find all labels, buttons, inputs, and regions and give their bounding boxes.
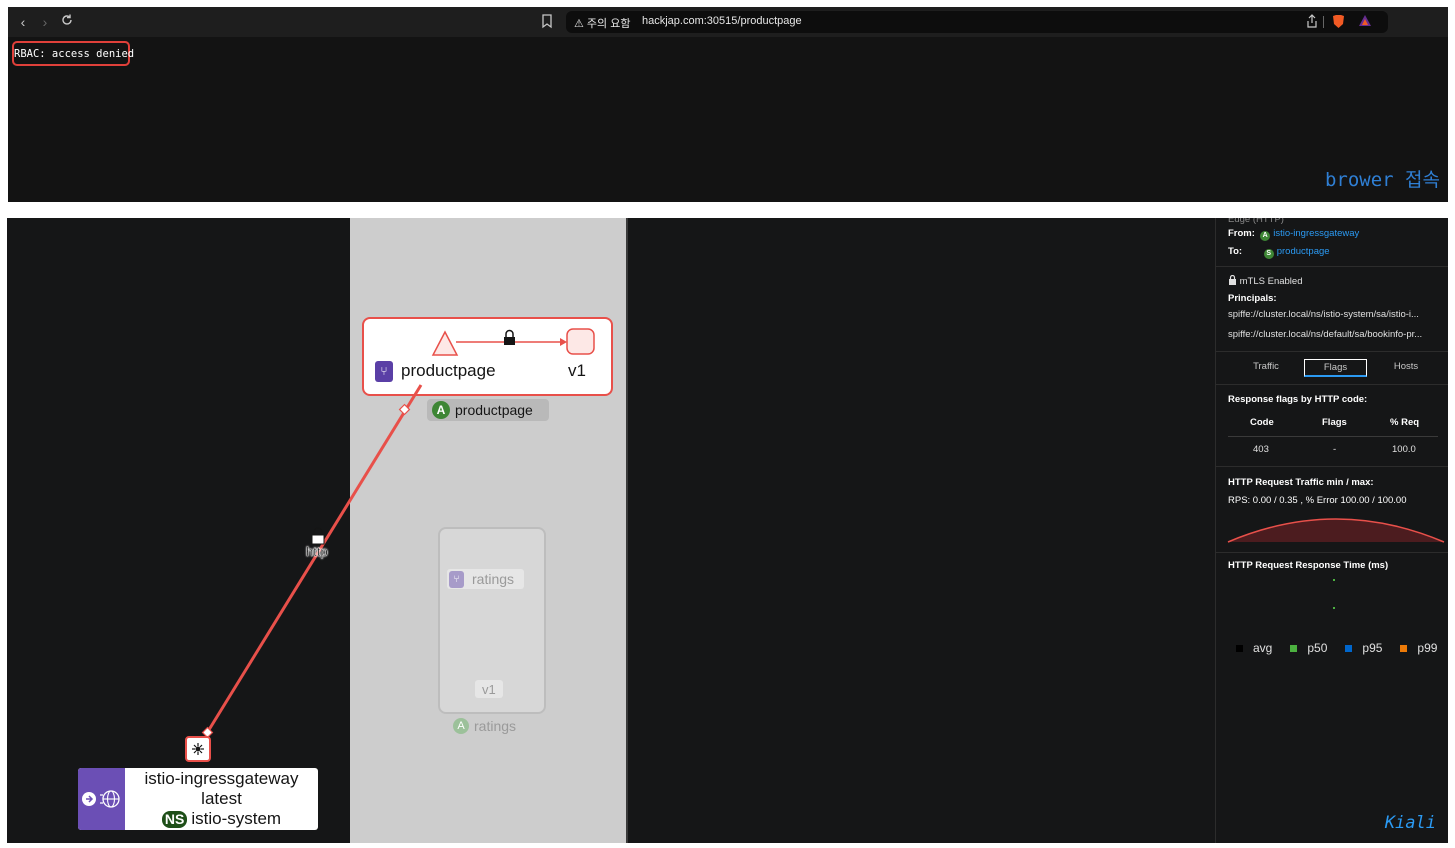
cell-flags: - (1333, 444, 1337, 455)
lock-icon (504, 329, 515, 345)
ratings-app-name: ratings (474, 718, 517, 734)
ratings-app-badge: A (453, 718, 469, 734)
ratings-branch-icon: ⑂ (449, 570, 464, 588)
share-icon[interactable] (1306, 14, 1320, 30)
annotation-label: brower 접속 (1324, 169, 1440, 191)
url-text[interactable]: hackjap.com:30515/productpage (642, 15, 802, 27)
legend-p99: p99 (1400, 641, 1437, 655)
mtls-label: mTLS Enabled (1239, 276, 1303, 287)
productpage-app-name: productpage (455, 402, 533, 418)
namespace-badge: NS (161, 811, 188, 828)
edge-details-panel: Edge (HTTP) From: Aistio-ingressgateway … (1215, 218, 1448, 843)
service-triangle-icon (431, 330, 459, 356)
table-divider (1228, 436, 1438, 437)
service-branch-icon: ⑂ (375, 360, 393, 382)
rbac-message: RBAC: access denied (14, 48, 135, 60)
productpage-service-name: productpage (401, 361, 496, 380)
gateway-label[interactable]: istio-ingressgateway latest NS istio-syst… (78, 768, 318, 830)
gateway-node-icon (192, 743, 204, 755)
ratings-app-label[interactable]: A ratings (453, 716, 533, 736)
edge-gateway-productpage (205, 384, 423, 734)
legend-avg: avg (1236, 641, 1272, 655)
gateway-icon-column (78, 768, 125, 830)
productpage-version: v1 (568, 361, 586, 380)
rbac-highlight-box: RBAC: access denied (12, 41, 134, 66)
edge-to-row: To: Sproductpage (1228, 246, 1330, 259)
from-app-badge: A (1260, 231, 1271, 241)
tab-hosts[interactable]: Hosts (1376, 361, 1436, 372)
gateway-name: istio-ingressgateway (144, 769, 299, 788)
productpage-app-label[interactable]: A productpage (427, 399, 549, 421)
ingress-gateway-icon (82, 790, 120, 808)
service-graph[interactable]: http ⑂ productpage v1 A productpage ⑂ ra… (7, 218, 1215, 843)
principal-1: spiffe://cluster.local/ns/istio-system/s… (1228, 309, 1419, 320)
col-flags: Flags (1322, 417, 1347, 428)
to-link[interactable]: productpage (1277, 246, 1330, 257)
edge-protocol-label[interactable]: http (306, 544, 328, 559)
workload-square-icon (566, 328, 595, 355)
browser-toolbar: ‹ › ⚠ 주의 요함 hackjap.com:30515/productpag… (8, 7, 1448, 37)
reload-icon[interactable] (58, 13, 76, 31)
kiali-logo: Kiali (1384, 813, 1436, 833)
productpage-version-label[interactable]: v1 (558, 359, 596, 383)
divider (1216, 384, 1448, 385)
tab-traffic[interactable]: Traffic (1236, 361, 1296, 372)
from-label: From: (1228, 228, 1255, 239)
ratings-version: v1 (482, 681, 496, 697)
traffic-sparkline (1227, 518, 1445, 543)
security-warning[interactable]: ⚠ 주의 요함 (574, 15, 630, 31)
traffic-title: HTTP Request Traffic min / max: (1228, 477, 1374, 488)
mtls-row: mTLS Enabled (1228, 274, 1303, 287)
gateway-namespace: istio-system (191, 809, 282, 828)
address-bar[interactable]: ⚠ 주의 요함 hackjap.com:30515/productpage (566, 11, 1388, 33)
gateway-version: latest (201, 789, 242, 808)
divider (1216, 351, 1448, 352)
ratings-service-name: ratings (472, 571, 515, 587)
from-link[interactable]: istio-ingressgateway (1273, 228, 1359, 239)
brave-shield-icon[interactable] (1332, 14, 1346, 30)
legend-p95: p95 (1345, 641, 1382, 655)
cell-code: 403 (1253, 444, 1269, 455)
tab-flags[interactable]: Flags (1304, 359, 1367, 377)
to-label: To: (1228, 246, 1243, 257)
bookmark-icon[interactable] (541, 13, 557, 31)
productpage-service-label[interactable]: ⑂ productpage (373, 359, 506, 383)
browser-window: ‹ › ⚠ 주의 요함 hackjap.com:30515/productpag… (8, 7, 1448, 202)
traffic-stats: RPS: 0.00 / 0.35 , % Error 100.00 / 100.… (1228, 495, 1407, 506)
edge-arrowhead (560, 338, 567, 346)
kiali-window: http ⑂ productpage v1 A productpage ⑂ ra… (7, 218, 1448, 843)
divider (1216, 552, 1448, 553)
to-service-badge: S (1263, 249, 1274, 259)
ratings-version-label[interactable]: v1 (475, 680, 503, 698)
toolbar-divider (1323, 16, 1324, 28)
back-icon[interactable]: ‹ (14, 13, 32, 31)
legend-p50: p50 (1290, 641, 1327, 655)
brave-rewards-icon[interactable] (1358, 14, 1372, 30)
edge-from-row: From: Aistio-ingressgateway (1228, 228, 1359, 241)
principals-label: Principals: (1228, 293, 1277, 304)
app-badge: A (432, 401, 450, 419)
response-time-legend: avg p50 p95 p99 (1236, 641, 1448, 655)
lock-icon (1228, 274, 1240, 287)
gateway-node[interactable] (185, 736, 211, 762)
flags-title: Response flags by HTTP code: (1228, 394, 1368, 405)
chart-point (1333, 607, 1335, 609)
col-req: % Req (1390, 417, 1420, 428)
principal-2: spiffe://cluster.local/ns/default/sa/boo… (1228, 329, 1423, 340)
divider (1216, 466, 1448, 467)
response-time-title: HTTP Request Response Time (ms) (1228, 560, 1389, 571)
cell-req: 100.0 (1392, 444, 1416, 455)
col-code: Code (1250, 417, 1274, 428)
divider (1216, 266, 1448, 267)
gateway-namespace-row: NS istio-system (125, 809, 318, 829)
edge-lock-icon (311, 527, 325, 545)
ratings-service-label[interactable]: ⑂ ratings (447, 569, 525, 589)
chart-point (1333, 579, 1335, 581)
forward-icon[interactable]: › (36, 13, 54, 31)
panel-header-cutoff: Edge (HTTP) (1228, 218, 1284, 225)
